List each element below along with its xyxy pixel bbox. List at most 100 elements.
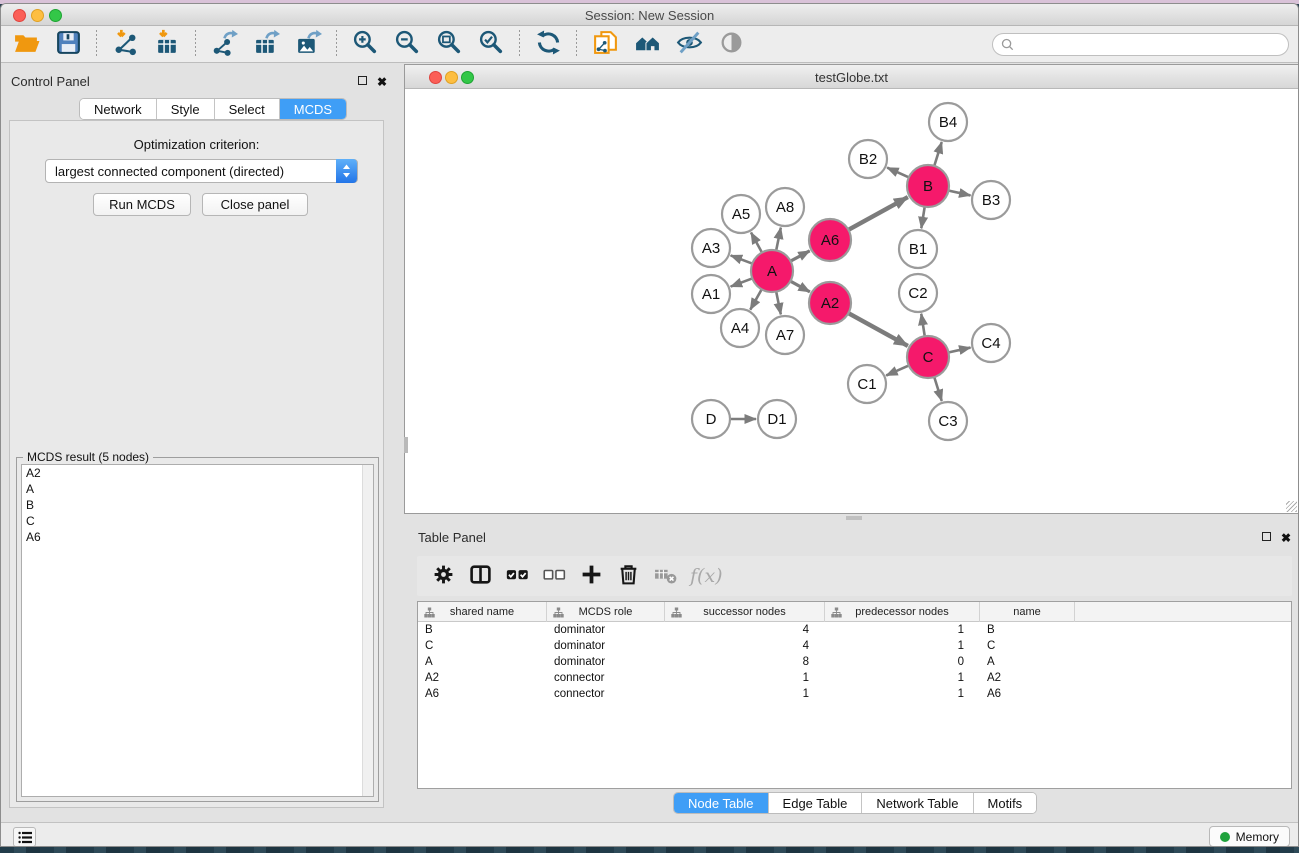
table-cell[interactable]: B [980,622,1075,638]
close-panel-button[interactable]: Close panel [202,193,308,216]
graph-node-C2[interactable]: C2 [899,274,937,312]
graph-node-A6[interactable]: A6 [809,219,851,261]
add-row-button[interactable] [573,559,610,593]
table-cell[interactable]: C [980,638,1075,654]
mcds-result-list[interactable]: A2ABCA6 [21,464,374,797]
network-horizontal-scrollthumb[interactable] [846,516,862,520]
graph-node-A8[interactable]: A8 [766,188,804,226]
graph-edge-A6-B[interactable] [847,197,908,231]
table-row[interactable]: Adominator80A [418,654,1291,670]
graph-node-B2[interactable]: B2 [849,140,887,178]
table-row[interactable]: Bdominator41B [418,622,1291,638]
graph-node-C3[interactable]: C3 [929,402,967,440]
table-cell[interactable]: 8 [665,654,825,670]
show-details-button[interactable] [712,28,750,60]
graph-node-C[interactable]: C [907,336,949,378]
table-row[interactable]: A6connector11A6 [418,686,1291,702]
search-box[interactable] [992,33,1289,56]
table-row[interactable]: Cdominator41C [418,638,1291,654]
tab-mcds[interactable]: MCDS [280,99,346,119]
float-panel-icon[interactable] [358,76,367,85]
result-list-item[interactable]: A6 [22,529,373,545]
column-header-MCDS-role[interactable]: MCDS role [547,602,665,622]
import-table-button[interactable] [148,28,186,60]
graph-node-C4[interactable]: C4 [972,324,1010,362]
import-network-button[interactable] [106,28,144,60]
graph-edge-A-A5[interactable] [751,232,763,254]
table-cell[interactable]: 1 [825,622,980,638]
graph-node-A[interactable]: A [751,250,793,292]
delete-table-button[interactable] [647,559,684,593]
network-resize-grip[interactable] [1286,501,1297,512]
zoom-selected-button[interactable] [472,28,510,60]
close-panel-icon[interactable]: ✖ [377,76,387,88]
graph-node-A2[interactable]: A2 [809,282,851,324]
graph-node-B[interactable]: B [907,165,949,207]
table-cell[interactable]: A [418,654,547,670]
zoom-out-button[interactable] [388,28,426,60]
zoom-fit-button[interactable] [430,28,468,60]
graph-edge-C-C1[interactable] [886,365,910,376]
tab-motifs[interactable]: Motifs [974,793,1037,813]
graph-edge-B-B3[interactable] [947,190,971,195]
table-cell[interactable]: 1 [825,638,980,654]
column-header-successor-nodes[interactable]: successor nodes [665,602,825,622]
zoom-in-button[interactable] [346,28,384,60]
table-cell[interactable]: 0 [825,654,980,670]
hide-details-button[interactable] [670,28,708,60]
memory-button[interactable]: Memory [1209,826,1290,847]
graph-node-D[interactable]: D [692,400,730,438]
result-list-item[interactable]: C [22,513,373,529]
graph-node-B4[interactable]: B4 [929,103,967,141]
graph-edge-B-B1[interactable] [921,205,925,228]
graph-edge-A2-C[interactable] [847,312,908,346]
table-cell[interactable]: B [418,622,547,638]
table-cell[interactable]: 1 [825,670,980,686]
open-file-button[interactable] [7,28,45,60]
graph-node-A3[interactable]: A3 [692,229,730,267]
table-row[interactable]: A2connector11A2 [418,670,1291,686]
tab-network-table[interactable]: Network Table [862,793,973,813]
select-all-button[interactable] [499,559,536,593]
optimization-criterion-select[interactable]: largest connected component (directed) [45,159,358,183]
table-cell[interactable]: A [980,654,1075,670]
search-input[interactable] [1014,36,1288,54]
graph-edge-C-C2[interactable] [921,314,925,338]
split-view-button[interactable] [462,559,499,593]
tab-network[interactable]: Network [80,99,157,119]
graph-node-B1[interactable]: B1 [899,230,937,268]
tab-select[interactable]: Select [215,99,280,119]
result-list-item[interactable]: A2 [22,465,373,481]
table-float-panel-icon[interactable] [1262,532,1271,541]
delete-row-button[interactable] [610,559,647,593]
result-scrollbar[interactable] [362,465,373,796]
table-close-panel-icon[interactable]: ✖ [1281,532,1291,544]
table-cell[interactable]: C [418,638,547,654]
result-list-item[interactable]: B [22,497,373,513]
clone-network-button[interactable] [586,28,624,60]
table-cell[interactable]: A2 [980,670,1075,686]
table-cell[interactable]: connector [547,670,665,686]
graph-node-C1[interactable]: C1 [848,365,886,403]
graph-edge-A-A6[interactable] [789,251,810,262]
settings-button[interactable] [425,559,462,593]
table-cell[interactable]: 1 [665,670,825,686]
export-table-button[interactable] [247,28,285,60]
network-canvas[interactable]: AA1A2A3A4A5A6A7A8BB1B2B3B4CC1C2C3C4DD1 [405,90,1298,513]
run-mcds-button[interactable]: Run MCDS [93,193,191,216]
column-header-shared-name[interactable]: shared name [418,602,547,622]
table-cell[interactable]: 1 [825,686,980,702]
graph-node-D1[interactable]: D1 [758,400,796,438]
tab-node-table[interactable]: Node Table [674,793,769,813]
refresh-button[interactable] [529,28,567,60]
deselect-all-button[interactable] [536,559,573,593]
function-builder-button[interactable]: f(x) [690,565,723,587]
table-cell[interactable]: 4 [665,622,825,638]
graph-node-A1[interactable]: A1 [692,275,730,313]
graph-edge-A-A1[interactable] [731,278,755,287]
table-cell[interactable]: A6 [418,686,547,702]
graph-edge-A-A2[interactable] [789,280,810,292]
graph-node-A5[interactable]: A5 [722,195,760,233]
export-image-button[interactable] [289,28,327,60]
table-cell[interactable]: dominator [547,622,665,638]
